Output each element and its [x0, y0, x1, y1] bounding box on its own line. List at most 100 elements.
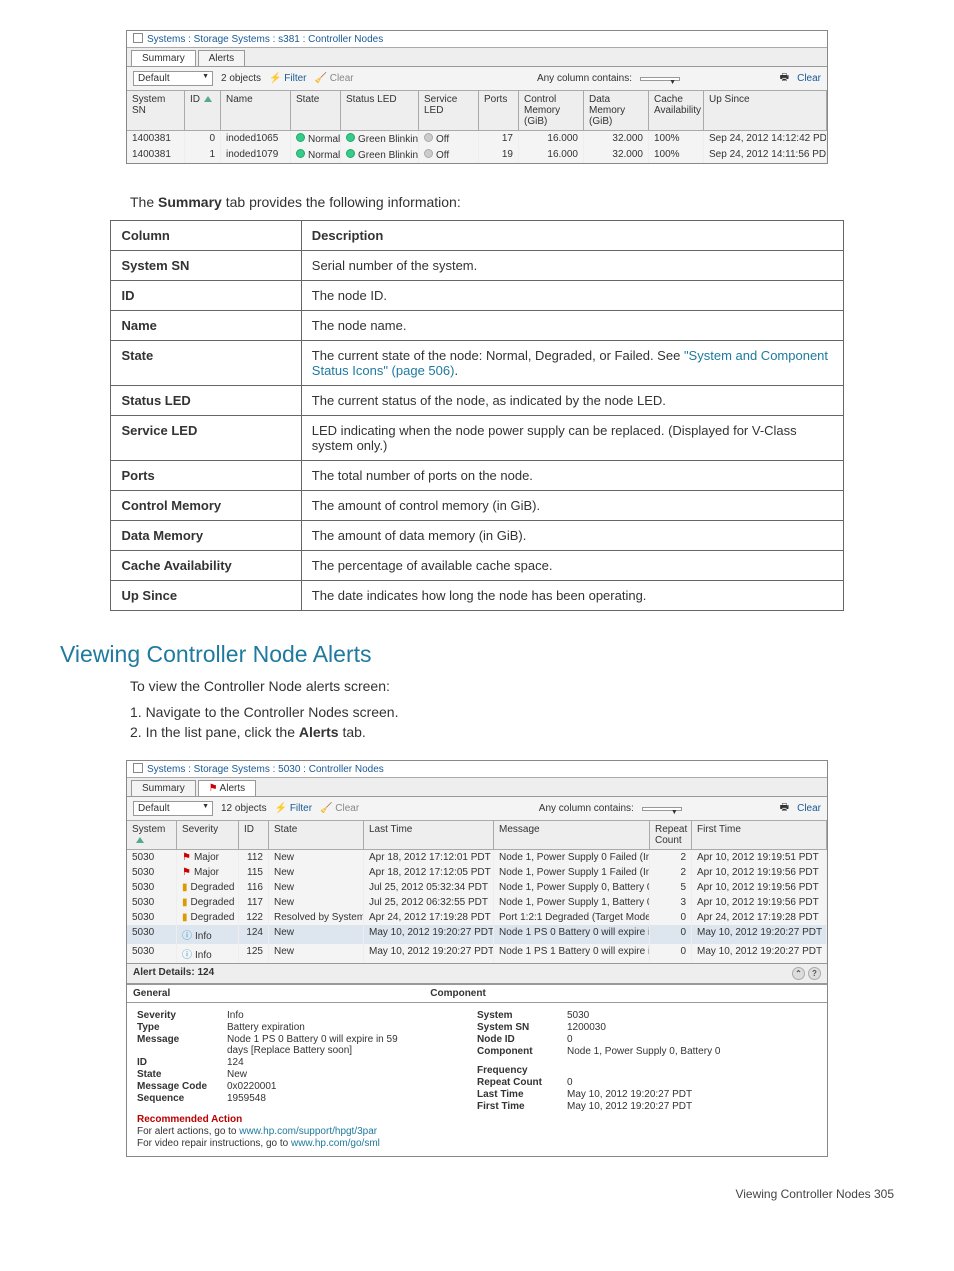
- cell: New: [269, 895, 364, 910]
- table-row[interactable]: 14003811inoded1079NormalGreen BlinkingOf…: [127, 147, 827, 163]
- filter-link[interactable]: ⚡ Filter: [269, 73, 306, 84]
- cell: 100%: [649, 131, 704, 147]
- k-lasttime: Last Time: [477, 1089, 567, 1100]
- col-last-time[interactable]: Last Time: [364, 821, 494, 850]
- cell: 122: [239, 910, 269, 925]
- col-data-mem[interactable]: Data Memory (GiB): [584, 91, 649, 131]
- cell: 5030: [127, 865, 177, 880]
- clear-link-3[interactable]: 🧹 Clear: [320, 803, 359, 814]
- cell: 3: [650, 895, 692, 910]
- table-row: IDThe node ID.: [111, 281, 843, 311]
- col-state-2[interactable]: State: [269, 821, 364, 850]
- column-desc-cell: The node name.: [301, 311, 843, 341]
- tab-summary[interactable]: Summary: [131, 50, 196, 66]
- col-state[interactable]: State: [291, 91, 341, 131]
- rec-line-1: For alert actions, go to www.hp.com/supp…: [137, 1126, 437, 1137]
- col-name[interactable]: Name: [221, 91, 291, 131]
- v-firsttime: May 10, 2012 19:20:27 PDT: [567, 1101, 692, 1112]
- k-systemsn: System SN: [477, 1022, 567, 1033]
- cell: Apr 10, 2012 19:19:51 PDT: [692, 850, 827, 865]
- table-row[interactable]: 5030Info124NewMay 10, 2012 19:20:27 PDTN…: [127, 925, 827, 944]
- col-id[interactable]: ID: [185, 91, 221, 131]
- collapse-icon[interactable]: ⌃: [792, 967, 805, 980]
- cell: 0: [185, 131, 221, 147]
- tab-summary-2[interactable]: Summary: [131, 780, 196, 796]
- cell: Node 1 PS 0 Battery 0 will expire in 59 …: [494, 925, 650, 944]
- column-desc-cell: The amount of control memory (in GiB).: [301, 491, 843, 521]
- col-repeat[interactable]: Repeat Count: [650, 821, 692, 850]
- page-footer: Viewing Controller Nodes 305: [30, 1187, 894, 1201]
- clear-link-4[interactable]: Clear: [797, 803, 821, 814]
- section-heading: Viewing Controller Node Alerts: [60, 641, 924, 668]
- table-row[interactable]: 5030Major115NewApr 18, 2012 17:12:05 PDT…: [127, 865, 827, 880]
- table-row: Control MemoryThe amount of control memo…: [111, 491, 843, 521]
- cell: 16.000: [519, 131, 584, 147]
- table-row: Up SinceThe date indicates how long the …: [111, 581, 843, 611]
- table-row: NameThe node name.: [111, 311, 843, 341]
- k-message: Message: [137, 1034, 227, 1056]
- table-row[interactable]: 5030Info125NewMay 10, 2012 19:20:27 PDTN…: [127, 944, 827, 963]
- cell: Apr 10, 2012 19:19:56 PDT: [692, 895, 827, 910]
- v-systemsn: 1200030: [567, 1022, 606, 1033]
- alert-details-header: Alert Details: 124 ⌃ ?: [127, 963, 827, 984]
- cell: Info: [177, 925, 239, 944]
- cell: Node 1, Power Supply 1, Battery 0 Degrad…: [494, 895, 650, 910]
- tab-alerts[interactable]: Alerts: [198, 50, 246, 66]
- cell: New: [269, 850, 364, 865]
- k-sequence: Sequence: [137, 1093, 227, 1104]
- rec-link-1[interactable]: www.hp.com/support/hpgt/3par: [239, 1126, 377, 1137]
- column-name-cell: Up Since: [111, 581, 301, 611]
- filter-dropdown-2[interactable]: Default: [133, 801, 213, 816]
- object-count: 2 objects: [221, 73, 261, 84]
- cell: 5030: [127, 880, 177, 895]
- any-col-dropdown-2[interactable]: [642, 807, 682, 811]
- table-row[interactable]: 5030Degraded116NewJul 25, 2012 05:32:34 …: [127, 880, 827, 895]
- rec-link-2[interactable]: www.hp.com/go/sml: [291, 1138, 380, 1149]
- sort-asc-icon: [136, 837, 144, 843]
- cell: Jul 25, 2012 05:32:34 PDT: [364, 880, 494, 895]
- cell: Port 1:2:1 Degraded (Target Mode Port We…: [494, 910, 650, 925]
- col-cache[interactable]: Cache Availability: [649, 91, 704, 131]
- clear-link[interactable]: 🧹 Clear: [315, 73, 354, 84]
- col-severity[interactable]: Severity: [177, 821, 239, 850]
- cell: Node 1 PS 1 Battery 0 will expire in 59 …: [494, 944, 650, 963]
- cell: Apr 24, 2012 17:19:28 PDT: [364, 910, 494, 925]
- column-name-cell: System SN: [111, 251, 301, 281]
- cell: New: [269, 865, 364, 880]
- table-row[interactable]: 14003810inoded1065NormalGreen BlinkingOf…: [127, 131, 827, 147]
- col-first-time[interactable]: First Time: [692, 821, 827, 850]
- clear-link-2[interactable]: Clear: [797, 73, 821, 84]
- cell: Degraded: [177, 895, 239, 910]
- col-status-led[interactable]: Status LED: [341, 91, 419, 131]
- window-title-2: Systems : Storage Systems : 5030 : Contr…: [127, 761, 827, 778]
- col-system[interactable]: System: [127, 821, 177, 850]
- any-col-dropdown[interactable]: [640, 77, 680, 81]
- filter-dropdown[interactable]: Default: [133, 71, 213, 86]
- cell: 125: [239, 944, 269, 963]
- column-desc-cell: The current status of the node, as indic…: [301, 386, 843, 416]
- printer-icon[interactable]: 🖶: [780, 70, 789, 87]
- column-desc-cell: The date indicates how long the node has…: [301, 581, 843, 611]
- col-id-2[interactable]: ID: [239, 821, 269, 850]
- col-ports[interactable]: Ports: [479, 91, 519, 131]
- printer-icon-2[interactable]: 🖶: [780, 800, 789, 817]
- cell: May 10, 2012 19:20:27 PDT: [692, 925, 827, 944]
- table-row[interactable]: 5030Degraded117NewJul 25, 2012 06:32:55 …: [127, 895, 827, 910]
- col-service-led[interactable]: Service LED: [419, 91, 479, 131]
- k-repeat: Repeat Count: [477, 1077, 567, 1088]
- cell: Green Blinking: [341, 147, 419, 163]
- filter-link-2[interactable]: ⚡ Filter: [275, 803, 312, 814]
- table-body: 14003810inoded1065NormalGreen BlinkingOf…: [127, 131, 827, 163]
- v-state: New: [227, 1069, 247, 1080]
- col-ctrl-mem[interactable]: Control Memory (GiB): [519, 91, 584, 131]
- col-up-since[interactable]: Up Since: [704, 91, 827, 131]
- cell: 5: [650, 880, 692, 895]
- help-icon[interactable]: ?: [808, 967, 821, 980]
- table-row[interactable]: 5030Major112NewApr 18, 2012 17:12:01 PDT…: [127, 850, 827, 865]
- table-row[interactable]: 5030Degraded122Resolved by SystemApr 24,…: [127, 910, 827, 925]
- col-message[interactable]: Message: [494, 821, 650, 850]
- col-system-sn[interactable]: System SN: [127, 91, 185, 131]
- column-desc-cell: The node ID.: [301, 281, 843, 311]
- column-name-cell: Cache Availability: [111, 551, 301, 581]
- tab-alerts-2[interactable]: ⚑Alerts: [198, 780, 257, 796]
